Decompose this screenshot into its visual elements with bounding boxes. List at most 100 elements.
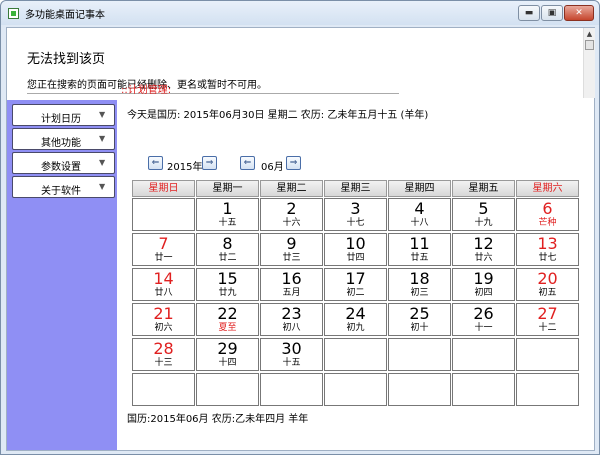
calendar-day-cell[interactable]: 19 初四 <box>452 268 515 301</box>
day-number: 2 <box>286 199 297 218</box>
calendar-day-cell[interactable]: 3 十七 <box>324 198 387 231</box>
day-number: 24 <box>345 304 366 323</box>
calendar-day-cell[interactable]: 16 五月 <box>260 268 323 301</box>
minimize-button[interactable]: ▬ <box>518 5 540 21</box>
sidebar-item-label: 计划日历 <box>41 114 81 125</box>
lunar-date: 廿六 <box>474 253 493 263</box>
calendar-day-cell[interactable]: 10 廿四 <box>324 233 387 266</box>
day-number: 3 <box>350 199 361 218</box>
lunar-date: 五月 <box>282 288 301 298</box>
day-number: 17 <box>345 269 366 288</box>
error-title: 无法找到该页 <box>27 52 106 67</box>
lunar-date: 十五 <box>218 218 237 228</box>
lunar-date: 初五 <box>538 288 557 298</box>
day-number: 14 <box>153 269 174 288</box>
calendar-day-cell[interactable]: 4 十八 <box>388 198 451 231</box>
lunar-date: 十一 <box>474 323 493 333</box>
lunar-date: 廿五 <box>410 253 429 263</box>
sidebar-item-settings[interactable]: 参数设置 ▼ <box>12 152 115 174</box>
calendar-day-cell[interactable]: 24 初九 <box>324 303 387 336</box>
calendar-day-cell[interactable]: 15 廿九 <box>196 268 259 301</box>
calendar-day-cell[interactable] <box>516 373 579 406</box>
app-icon <box>8 8 19 19</box>
calendar-day-cell[interactable] <box>388 338 451 371</box>
calendar-day-cell[interactable] <box>516 338 579 371</box>
vertical-scrollbar[interactable]: ▲ <box>583 28 595 98</box>
lunar-date: 初三 <box>410 288 429 298</box>
day-number: 19 <box>473 269 494 288</box>
month-label: 06月 <box>261 162 284 173</box>
next-year-button[interactable]: ⇒ <box>202 156 217 170</box>
scroll-thumb[interactable] <box>585 40 594 50</box>
calendar-day-cell[interactable]: 23 初八 <box>260 303 323 336</box>
day-number: 5 <box>478 199 489 218</box>
calendar-day-cell[interactable]: 17 初二 <box>324 268 387 301</box>
day-number: 21 <box>153 304 174 323</box>
calendar-day-cell[interactable]: 7 廿一 <box>132 233 195 266</box>
chevron-down-icon: ▼ <box>99 110 106 119</box>
calendar-day-cell[interactable] <box>452 373 515 406</box>
chevron-down-icon: ▼ <box>99 182 106 191</box>
scroll-up-icon[interactable]: ▲ <box>584 28 595 40</box>
lunar-date: 初九 <box>346 323 365 333</box>
calendar-day-cell[interactable]: 12 廿六 <box>452 233 515 266</box>
calendar-day-cell[interactable] <box>196 373 259 406</box>
calendar-day-cell[interactable] <box>388 373 451 406</box>
weekday-header: 星期六 <box>516 180 579 197</box>
calendar-day-cell[interactable] <box>324 338 387 371</box>
next-month-button[interactable]: ⇒ <box>286 156 301 170</box>
calendar-day-cell[interactable]: 29 十四 <box>196 338 259 371</box>
day-number: 8 <box>222 234 233 253</box>
calendar-day-cell[interactable]: 14 廿八 <box>132 268 195 301</box>
day-number: 25 <box>409 304 430 323</box>
calendar-day-cell[interactable]: 25 初十 <box>388 303 451 336</box>
calendar-day-cell[interactable]: 22 夏至 <box>196 303 259 336</box>
day-number: 4 <box>414 199 425 218</box>
calendar-day-cell[interactable]: 30 十五 <box>260 338 323 371</box>
calendar-day-cell[interactable]: 26 十一 <box>452 303 515 336</box>
calendar-day-cell[interactable]: 20 初五 <box>516 268 579 301</box>
day-number: 20 <box>537 269 558 288</box>
lunar-date: 初八 <box>282 323 301 333</box>
chevron-down-icon: ▼ <box>99 158 106 167</box>
sidebar-item-other-functions[interactable]: 其他功能 ▼ <box>12 128 115 150</box>
footer-status: 国历:2015年06月 农历:乙未年四月 羊年 <box>127 414 309 425</box>
title-bar[interactable]: 多功能桌面记事本 ▬ ▣ ✕ <box>1 1 599 25</box>
calendar-day-cell[interactable]: 9 廿三 <box>260 233 323 266</box>
prev-year-button[interactable]: ⇐ <box>148 156 163 170</box>
calendar-day-cell[interactable] <box>324 373 387 406</box>
close-button[interactable]: ✕ <box>564 5 594 21</box>
sidebar-item-about[interactable]: 关于软件 ▼ <box>12 176 115 198</box>
calendar-day-cell[interactable] <box>260 373 323 406</box>
lunar-date: 廿八 <box>154 288 173 298</box>
year-label: 2015年 <box>167 162 203 173</box>
day-number: 23 <box>281 304 302 323</box>
chevron-down-icon: ▼ <box>99 134 106 143</box>
calendar-day-cell[interactable]: 28 十三 <box>132 338 195 371</box>
calendar-day-cell[interactable]: 21 初六 <box>132 303 195 336</box>
calendar-day-cell[interactable] <box>132 373 195 406</box>
day-number: 27 <box>537 304 558 323</box>
calendar-day-cell[interactable]: 11 廿五 <box>388 233 451 266</box>
lunar-date: 十五 <box>282 358 301 368</box>
window-title: 多功能桌面记事本 <box>25 10 105 21</box>
lunar-date: 十二 <box>538 323 557 333</box>
day-number: 22 <box>217 304 238 323</box>
calendar-day-cell[interactable]: 18 初三 <box>388 268 451 301</box>
divider <box>27 93 399 94</box>
calendar-day-cell[interactable] <box>132 198 195 231</box>
calendar-day-cell[interactable]: 5 十九 <box>452 198 515 231</box>
calendar-day-cell[interactable]: 2 十六 <box>260 198 323 231</box>
sidebar-item-plan-calendar[interactable]: 计划日历 ▼ <box>12 104 115 126</box>
calendar-day-cell[interactable]: 8 廿二 <box>196 233 259 266</box>
calendar-day-cell[interactable]: 13 廿七 <box>516 233 579 266</box>
calendar-day-cell[interactable]: 27 十二 <box>516 303 579 336</box>
maximize-button[interactable]: ▣ <box>541 5 563 21</box>
lunar-date: 十八 <box>410 218 429 228</box>
day-number: 18 <box>409 269 430 288</box>
prev-month-button[interactable]: ⇐ <box>240 156 255 170</box>
calendar-day-cell[interactable]: 1 十五 <box>196 198 259 231</box>
calendar-day-cell[interactable]: 6 芒种 <box>516 198 579 231</box>
calendar-day-cell[interactable] <box>452 338 515 371</box>
lunar-date: 廿七 <box>538 253 557 263</box>
